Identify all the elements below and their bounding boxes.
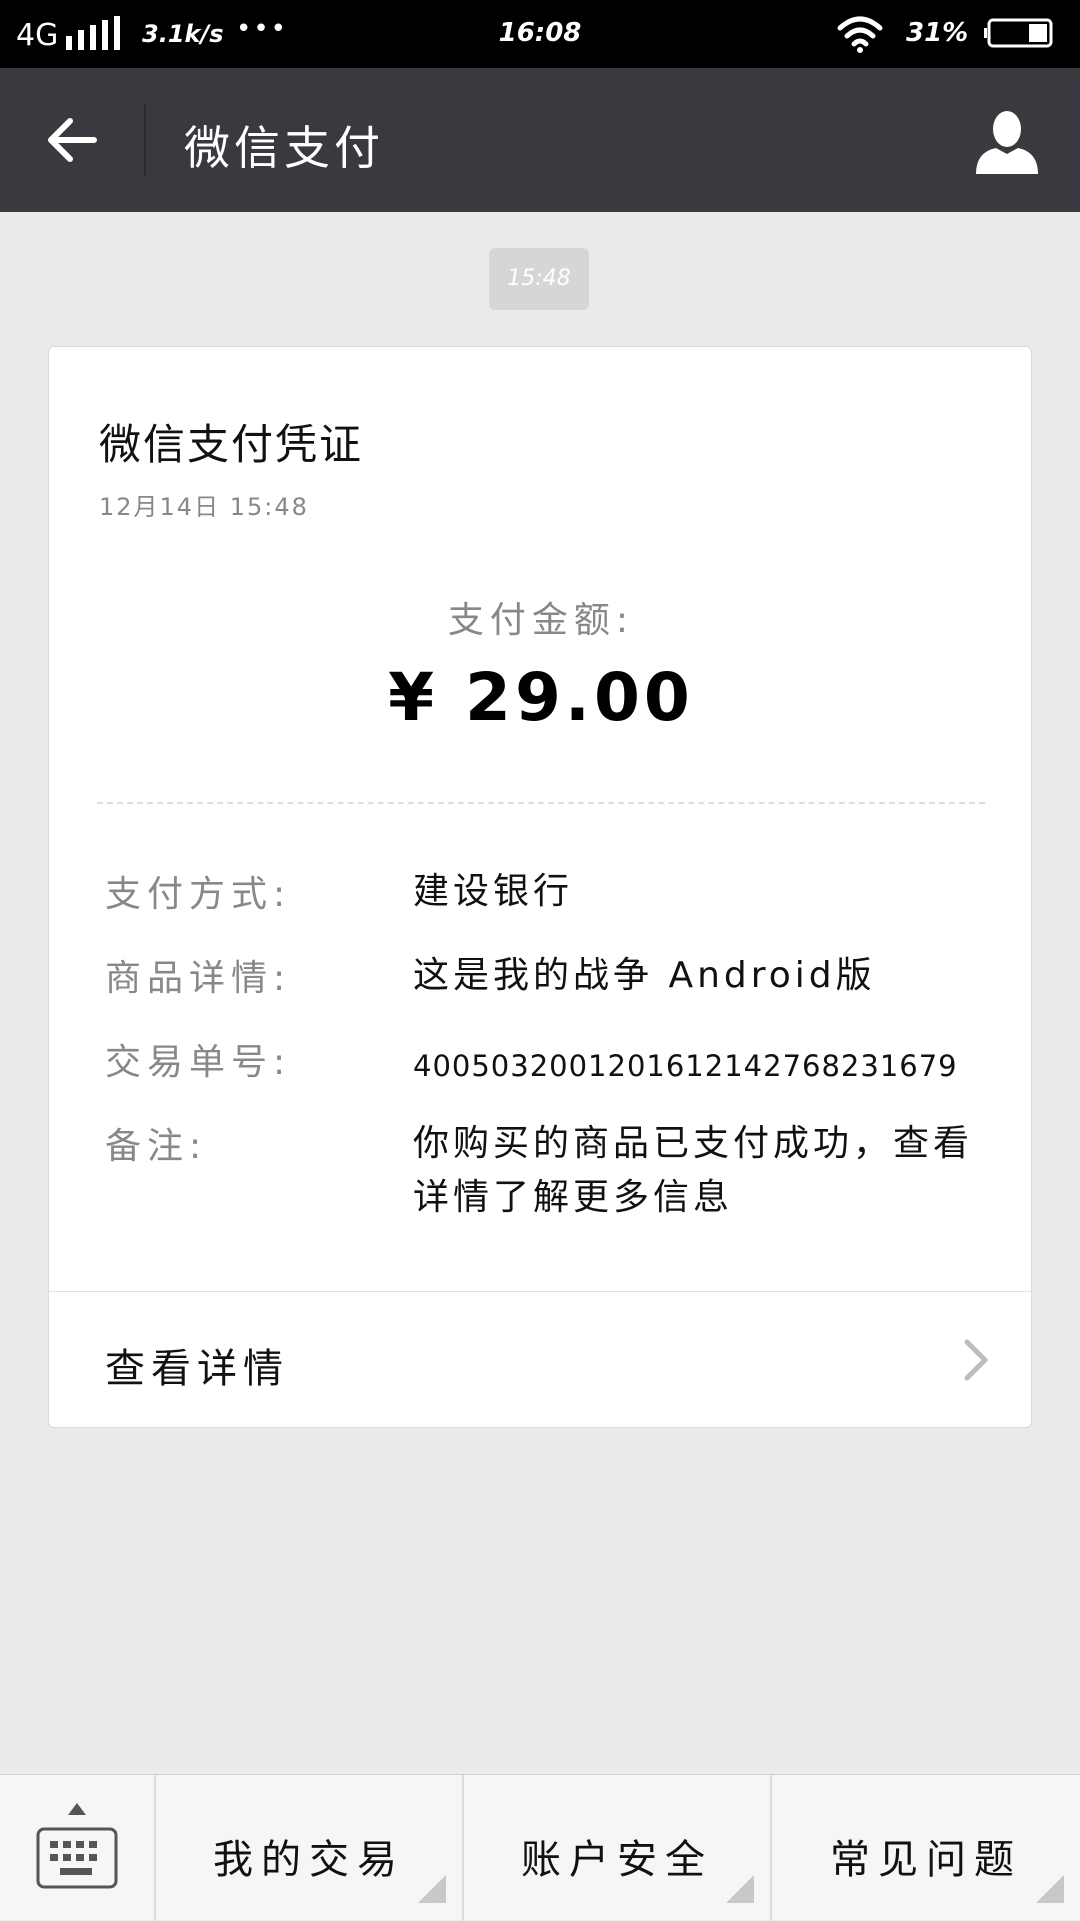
caret-up-icon xyxy=(68,1803,86,1815)
header-divider xyxy=(144,104,146,176)
page-title: 微信支付 xyxy=(184,121,384,175)
app-header: 微信支付 xyxy=(0,68,1080,212)
chevron-right-icon xyxy=(964,1339,988,1381)
menu-label: 账户安全 xyxy=(521,1837,713,1883)
menu-label: 常见问题 xyxy=(830,1837,1022,1883)
view-details-button[interactable]: 查看详情 xyxy=(49,1292,1031,1428)
status-bar: 4G 3.1k/s ••• 16:08 31% xyxy=(0,0,1080,68)
submenu-corner-icon xyxy=(418,1875,446,1903)
keyboard-icon xyxy=(36,1827,118,1889)
amount-value: ¥ 29.00 xyxy=(388,659,694,736)
person-icon[interactable] xyxy=(972,108,1042,178)
amount-label: 支付金额: xyxy=(447,600,635,641)
back-arrow-icon[interactable] xyxy=(40,108,104,172)
receipt-title: 微信支付凭证 xyxy=(99,420,364,469)
payment-receipt-card: 微信支付凭证 12月14日 15:48 支付金额: ¥ 29.00 支付方式: … xyxy=(48,346,1032,1428)
detail-value: 你购买的商品已支付成功，查看详情了解更多信息 xyxy=(413,1123,974,1218)
keyboard-toggle-button[interactable] xyxy=(0,1775,154,1921)
submenu-corner-icon xyxy=(726,1875,754,1903)
view-details-label: 查看详情 xyxy=(105,1346,289,1392)
receipt-date: 12月14日 15:48 xyxy=(99,493,309,521)
detail-label: 支付方式: xyxy=(105,874,292,915)
menu-account-security[interactable]: 账户安全 xyxy=(464,1775,770,1921)
detail-value: 这是我的战争 Android版 xyxy=(413,955,876,996)
detail-label: 交易单号: xyxy=(105,1042,292,1083)
detail-value: 4005032001201612142768231679 xyxy=(413,1049,958,1083)
menu-faq[interactable]: 常见问题 xyxy=(772,1775,1080,1921)
menu-label: 我的交易 xyxy=(213,1837,405,1883)
bottom-menu-bar: 我的交易 账户安全 常见问题 xyxy=(0,1774,1080,1921)
submenu-corner-icon xyxy=(1036,1875,1064,1903)
detail-label: 商品详情: xyxy=(105,958,292,999)
battery-icon xyxy=(984,18,1053,48)
message-timestamp: 15:48 xyxy=(489,248,589,310)
menu-my-transactions[interactable]: 我的交易 xyxy=(156,1775,462,1921)
battery-percent: 31% xyxy=(906,18,969,48)
wifi-icon xyxy=(837,16,883,53)
detail-value: 建设银行 xyxy=(413,871,574,912)
detail-label: 备注: xyxy=(105,1126,208,1167)
dashed-divider xyxy=(97,802,985,804)
